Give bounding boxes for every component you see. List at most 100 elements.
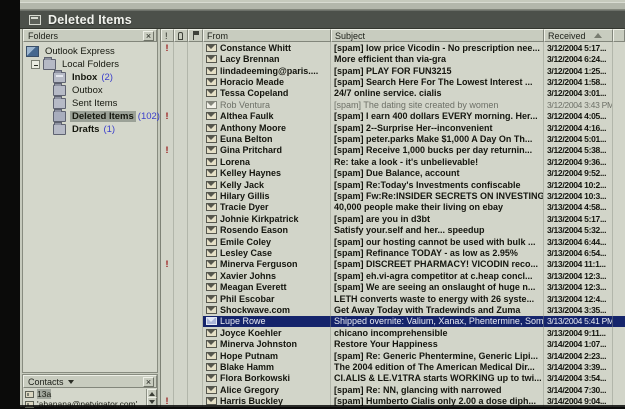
message-row[interactable]: Tessa Copeland 24/7 online service. cial… xyxy=(161,88,625,99)
message-row[interactable]: Minerva Johnston Restore Your Happiness … xyxy=(161,339,625,350)
priority-cell xyxy=(161,213,174,224)
folders-close-button[interactable]: × xyxy=(143,31,154,41)
contact-label: 13a xyxy=(37,389,51,399)
sender-name: Johnie Kirkpatrick xyxy=(220,214,299,224)
folder-icon xyxy=(53,124,66,135)
folder-tree-item[interactable]: Sent Items xyxy=(23,97,157,110)
folder-tree-item[interactable]: Drafts (1) xyxy=(23,123,157,136)
folder-label: Outbox xyxy=(70,85,105,96)
message-row[interactable]: ! Harris Buckley [spam] Humberto Cialis … xyxy=(161,396,625,407)
message-row[interactable]: Hope Putnam [spam] Re: Generic Phentermi… xyxy=(161,350,625,361)
flag-cell xyxy=(188,373,203,384)
message-row[interactable]: Meagan Everett [spam] We are seeing an o… xyxy=(161,282,625,293)
folder-banner: Deleted Items xyxy=(20,10,625,29)
column-subject[interactable]: Subject xyxy=(331,29,544,42)
message-list-pane: ! From Subject Received ! Constance Whit… xyxy=(160,29,625,407)
message-row[interactable]: ! Althea Faulk [spam] I earn 400 dollars… xyxy=(161,110,625,121)
envelope-icon xyxy=(206,397,217,405)
received-cell: 3/12/2004 9:52... xyxy=(544,167,613,178)
message-row[interactable]: Tracie Dyer 40,000 people make their liv… xyxy=(161,202,625,213)
tree-expander[interactable] xyxy=(31,60,40,69)
folder-label: Sent Items xyxy=(70,98,119,109)
message-row[interactable]: Shockwave.com Get Away Today with Tradew… xyxy=(161,304,625,315)
extra-cell xyxy=(613,88,625,99)
received-cell: 3/14/2004 1:07... xyxy=(544,339,613,350)
message-row[interactable]: Phil Escobar LETH converts waste to ener… xyxy=(161,293,625,304)
subject-cell: LETH converts waste to energy with 26 sy… xyxy=(331,293,544,304)
message-row[interactable]: ! Constance Whitt [spam] low price Vicod… xyxy=(161,42,625,53)
message-row[interactable]: Flora Borkowski CI.ALIS & LE.V1TRA start… xyxy=(161,373,625,384)
priority-cell xyxy=(161,270,174,281)
message-row[interactable]: Alice Gregory [spam] Re: NN, glancing wi… xyxy=(161,384,625,395)
subject-cell: Satisfy your.self and her... speedup xyxy=(331,225,544,236)
flag-cell xyxy=(188,76,203,87)
sender-name: Constance Whitt xyxy=(220,43,291,53)
envelope-icon xyxy=(206,55,217,63)
envelope-icon xyxy=(206,226,217,234)
column-received[interactable]: Received xyxy=(544,29,613,42)
contacts-list-wrap: 13a 'abanana@netvigator.com' xyxy=(23,389,157,406)
priority-cell xyxy=(161,76,174,87)
subject-cell: [spam] Search Here For The Lowest Intere… xyxy=(331,76,544,87)
sender-name: Euna Belton xyxy=(220,134,273,144)
message-row[interactable]: Euna Belton [spam] peter.parks Make $1,0… xyxy=(161,133,625,144)
attachment-cell xyxy=(174,282,188,293)
from-cell: Joyce Koehler xyxy=(203,327,331,338)
message-row[interactable]: Blake Hamm The 2004 edition of The Ameri… xyxy=(161,361,625,372)
envelope-icon xyxy=(206,386,217,394)
envelope-icon xyxy=(206,340,217,348)
message-row[interactable]: Anthony Moore [spam] 2--Surprise Her--in… xyxy=(161,122,625,133)
sender-name: Lacy Brennan xyxy=(220,54,280,64)
message-row[interactable]: Johnie Kirkpatrick [spam] are you in d3b… xyxy=(161,213,625,224)
contacts-dropdown[interactable]: Contacts xyxy=(28,377,74,387)
message-row[interactable]: Lorena Re: take a look - it's unbelievab… xyxy=(161,156,625,167)
flag-cell xyxy=(188,350,203,361)
extra-cell xyxy=(613,293,625,304)
folder-tree-item[interactable]: Inbox (2) xyxy=(23,71,157,84)
extra-cell xyxy=(613,179,625,190)
folder-banner-title: Deleted Items xyxy=(48,13,132,27)
message-row[interactable]: lindadeeming@paris.... [spam] PLAY FOR F… xyxy=(161,65,625,76)
received-cell: 3/12/2004 6:24... xyxy=(544,53,613,64)
contacts-list: 13a 'abanana@netvigator.com' xyxy=(23,389,146,406)
message-row[interactable]: Lesley Case [spam] Refinance TODAY - as … xyxy=(161,247,625,258)
extra-cell xyxy=(613,259,625,270)
message-row[interactable]: Kelley Haynes [spam] Due Balance, accoun… xyxy=(161,167,625,178)
envelope-icon xyxy=(206,101,217,109)
sender-name: Emile Coley xyxy=(220,237,271,247)
message-row[interactable]: Kelly Jack [spam] Re:Today's Investments… xyxy=(161,179,625,190)
received-cell: 3/14/2004 3:39... xyxy=(544,361,613,372)
message-row[interactable]: ! Gina Pritchard [spam] Receive 1,000 bu… xyxy=(161,145,625,156)
message-row[interactable]: ! Minerva Ferguson [spam] DISCREET PHARM… xyxy=(161,259,625,270)
contact-item[interactable]: 'abanana@netvigator.com' xyxy=(23,399,146,409)
message-row[interactable]: Hilary Gillis [spam] Fw:Re:INSIDER SECRE… xyxy=(161,190,625,201)
message-row[interactable]: Rob Ventura [spam] The dating site creat… xyxy=(161,99,625,110)
sender-name: Meagan Everett xyxy=(220,282,287,292)
column-flag[interactable] xyxy=(188,29,203,42)
folders-pane-header: Folders × xyxy=(23,29,157,42)
scroll-down-button[interactable] xyxy=(147,397,157,406)
flag-cell xyxy=(188,65,203,76)
message-row[interactable]: Emile Coley [spam] our hosting cannot be… xyxy=(161,236,625,247)
contacts-close-button[interactable]: × xyxy=(143,377,154,387)
monitor-photo: Deleted Items Folders × Outlook Express … xyxy=(0,0,625,407)
folder-tree-item[interactable]: Outbox xyxy=(23,84,157,97)
message-row[interactable]: Rosendo Eason Satisfy your.self and her.… xyxy=(161,225,625,236)
message-row[interactable]: Joyce Koehler chicano incomprehensible 3… xyxy=(161,327,625,338)
contacts-scrollbar[interactable] xyxy=(146,389,157,406)
message-row[interactable]: Xavier Johns [spam] eh.vi-agra competito… xyxy=(161,270,625,281)
folder-tree-item[interactable]: Deleted Items (102) xyxy=(23,110,157,123)
column-priority[interactable]: ! xyxy=(161,29,174,42)
contact-item[interactable]: 13a xyxy=(23,389,146,399)
envelope-icon xyxy=(206,44,217,52)
message-row[interactable]: Lupe Rowe Shipped overnite: Valium, Xana… xyxy=(161,316,625,327)
message-row[interactable]: Horacio Meade [spam] Search Here For The… xyxy=(161,76,625,87)
column-attachment[interactable] xyxy=(174,29,188,42)
folder-tree-item[interactable]: Local Folders xyxy=(23,58,157,71)
message-row[interactable]: Lacy Brennan More efficient than via-gra… xyxy=(161,53,625,64)
subject-cell: [spam] I earn 400 dollars EVERY morning.… xyxy=(331,110,544,121)
subject-cell: [spam] Re: NN, glancing with narrowed xyxy=(331,384,544,395)
received-cell: 3/12/2004 5:01... xyxy=(544,133,613,144)
flag-cell xyxy=(188,110,203,121)
column-from[interactable]: From xyxy=(203,29,331,42)
